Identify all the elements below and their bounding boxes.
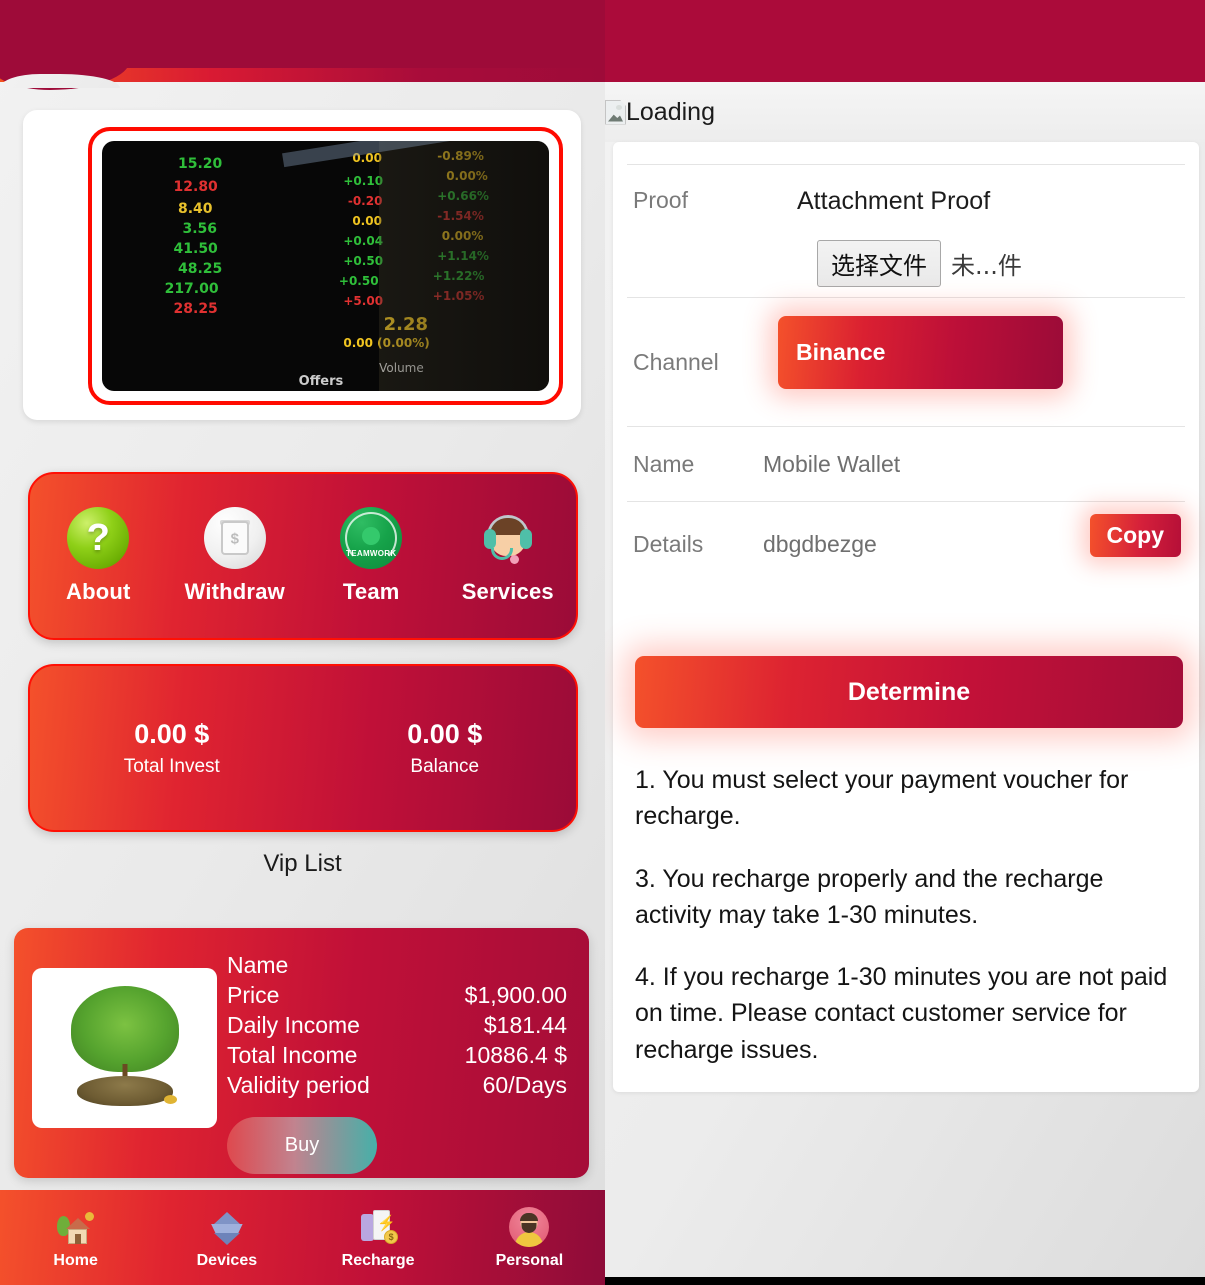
choose-file-button[interactable]: 选择文件 <box>817 240 941 287</box>
menu-item-label: Team <box>342 579 400 604</box>
menu-item-label: Services <box>461 579 554 604</box>
copy-button[interactable]: Copy <box>1089 514 1181 557</box>
instruction-note: 4. If you recharge 1-30 minutes you are … <box>635 963 1168 1064</box>
product-key: Name <box>227 952 289 978</box>
app-screenshot: 0.00 -0.89% 15.20 +0.10 0.00% 12.80 -0.2… <box>0 0 1205 1285</box>
product-value: 10886.4 $ <box>464 1042 567 1068</box>
details-label: Details <box>633 530 704 557</box>
nav-item-personal[interactable]: Personal <box>474 1206 584 1270</box>
menu-item-team[interactable]: TEAMWORK Team <box>313 507 429 605</box>
recharge-form-card: Proof Attachment Proof 选择文件 未...件 Channe… <box>613 142 1199 1092</box>
right-header-bar <box>605 0 1205 82</box>
product-value: $1,900.00 <box>464 982 567 1008</box>
nav-item-label: Devices <box>196 1251 258 1269</box>
ticker-price: 217.00 <box>164 281 219 297</box>
proof-label: Proof <box>633 187 688 213</box>
nav-item-home[interactable]: Home <box>21 1206 131 1270</box>
stock-ticker-image: 0.00 -0.89% 15.20 +0.10 0.00% 12.80 -0.2… <box>102 141 549 391</box>
ticker-price: 15.20 <box>177 156 223 172</box>
ticker-change: +0.50 <box>338 273 379 288</box>
nav-item-label: Home <box>53 1251 98 1269</box>
determine-button[interactable]: Determine <box>635 656 1183 728</box>
ticker-price: 8.40 <box>177 201 213 217</box>
product-row: Daily Income $181.44 <box>227 1010 567 1040</box>
ticker-change: +0.10 <box>343 173 384 188</box>
ticker-price: 48.25 <box>177 261 223 277</box>
stat-total-invest: 0.00 $ Total Invest <box>124 719 220 778</box>
product-key: Total Income <box>227 1042 358 1068</box>
details-row: Details dbgdbezge Copy <box>613 502 1199 586</box>
balance-summary-card: 0.00 $ Total Invest 0.00 $ Balance <box>28 664 578 832</box>
question-mark-icon <box>67 507 130 569</box>
customer-support-headset-icon <box>477 507 539 569</box>
channel-select[interactable]: Binance <box>778 316 1063 389</box>
stat-value: 0.00 $ <box>407 718 483 749</box>
banner-red-frame: 0.00 -0.89% 15.20 +0.10 0.00% 12.80 -0.2… <box>88 127 563 405</box>
proof-section: Proof Attachment Proof 选择文件 未...件 <box>613 165 1199 297</box>
stat-label: Total Invest <box>123 755 220 777</box>
product-value: 60/Days <box>482 1072 567 1098</box>
product-value: $181.44 <box>483 1012 567 1038</box>
bottom-navigation-bar: Home Devices ⚡ Recharge Personal <box>0 1190 605 1285</box>
stat-balance: 0.00 $ Balance <box>407 719 482 778</box>
nav-item-recharge[interactable]: ⚡ Recharge <box>323 1206 433 1270</box>
ticker-change: 0.00 <box>352 213 382 228</box>
instruction-note: 1. You must select your payment voucher … <box>635 766 1129 831</box>
name-label: Name <box>633 450 695 477</box>
ticker-offers-label: Offers <box>298 373 344 389</box>
attachment-proof-title: Attachment Proof <box>797 187 991 215</box>
ticker-price: 41.50 <box>173 241 218 257</box>
product-key: Price <box>227 982 280 1008</box>
ticker-price: 3.56 <box>182 221 217 237</box>
teamwork-badge-icon: TEAMWORK <box>340 507 403 569</box>
product-key: Daily Income <box>227 1012 360 1038</box>
stat-value: 0.00 $ <box>134 718 210 749</box>
nav-item-label: Recharge <box>341 1251 415 1269</box>
product-detail-rows: Name Price $1,900.00 Daily Income $181.44 … <box>227 950 567 1100</box>
vip-list-title: Vip List <box>263 850 342 877</box>
file-input-row[interactable]: 选择文件 未...件 <box>627 240 1185 287</box>
product-row: Validity period 60/Days <box>227 1070 567 1100</box>
ticker-price: 12.80 <box>173 178 218 195</box>
loading-text: Loading <box>626 97 715 126</box>
stat-label: Balance <box>410 755 480 777</box>
nav-item-label: Personal <box>495 1251 564 1269</box>
ticker-change: +0.50 <box>343 253 384 268</box>
product-row: Name <box>227 950 567 980</box>
menu-item-about[interactable]: About <box>40 507 156 605</box>
product-row: Price $1,900.00 <box>227 980 567 1010</box>
buy-button[interactable]: Buy <box>227 1117 377 1174</box>
bottom-black-bar <box>605 1277 1205 1285</box>
name-value: Mobile Wallet <box>763 450 901 477</box>
person-avatar-icon <box>508 1206 550 1248</box>
product-key: Validity period <box>227 1072 370 1098</box>
nav-item-devices[interactable]: Devices <box>172 1206 282 1270</box>
channel-label: Channel <box>633 348 719 375</box>
right-recharge-panel: Loading Proof Attachment Proof 选择文件 未...… <box>605 0 1205 1285</box>
selected-file-name: 未...件 <box>951 252 1022 280</box>
loading-image-placeholder-bar: Loading <box>605 82 1205 142</box>
name-row: Name Mobile Wallet <box>613 427 1199 501</box>
atm-machine-icon <box>203 507 266 569</box>
menu-item-label: About <box>65 579 131 604</box>
ticker-change: -0.20 <box>347 193 383 208</box>
ticker-change: +0.04 <box>343 233 384 248</box>
menu-item-label: Withdraw <box>184 579 285 604</box>
product-row: Total Income 10886.4 $ <box>227 1040 567 1070</box>
broken-image-icon <box>605 99 626 125</box>
banner-card: 0.00 -0.89% 15.20 +0.10 0.00% 12.80 -0.2… <box>23 110 581 420</box>
money-tree-icon <box>32 968 217 1128</box>
ticker-price: 28.25 <box>173 301 218 317</box>
quick-menu-card: About Withdraw TEAMWORK Team Services <box>28 472 578 640</box>
menu-item-services[interactable]: Services <box>450 507 566 605</box>
recharge-phone-icon: ⚡ <box>357 1206 399 1248</box>
channel-row: Channel Binance <box>613 298 1199 426</box>
ticker-change: +5.00 <box>343 293 384 308</box>
devices-box-icon <box>206 1206 248 1248</box>
home-icon <box>55 1206 97 1248</box>
recharge-instructions: 1. You must select your payment voucher … <box>635 762 1185 1094</box>
instruction-note: 3. You recharge properly and the recharg… <box>635 864 1104 929</box>
menu-item-withdraw[interactable]: Withdraw <box>177 507 293 605</box>
left-mobile-app-panel: 0.00 -0.89% 15.20 +0.10 0.00% 12.80 -0.2… <box>0 0 605 1285</box>
